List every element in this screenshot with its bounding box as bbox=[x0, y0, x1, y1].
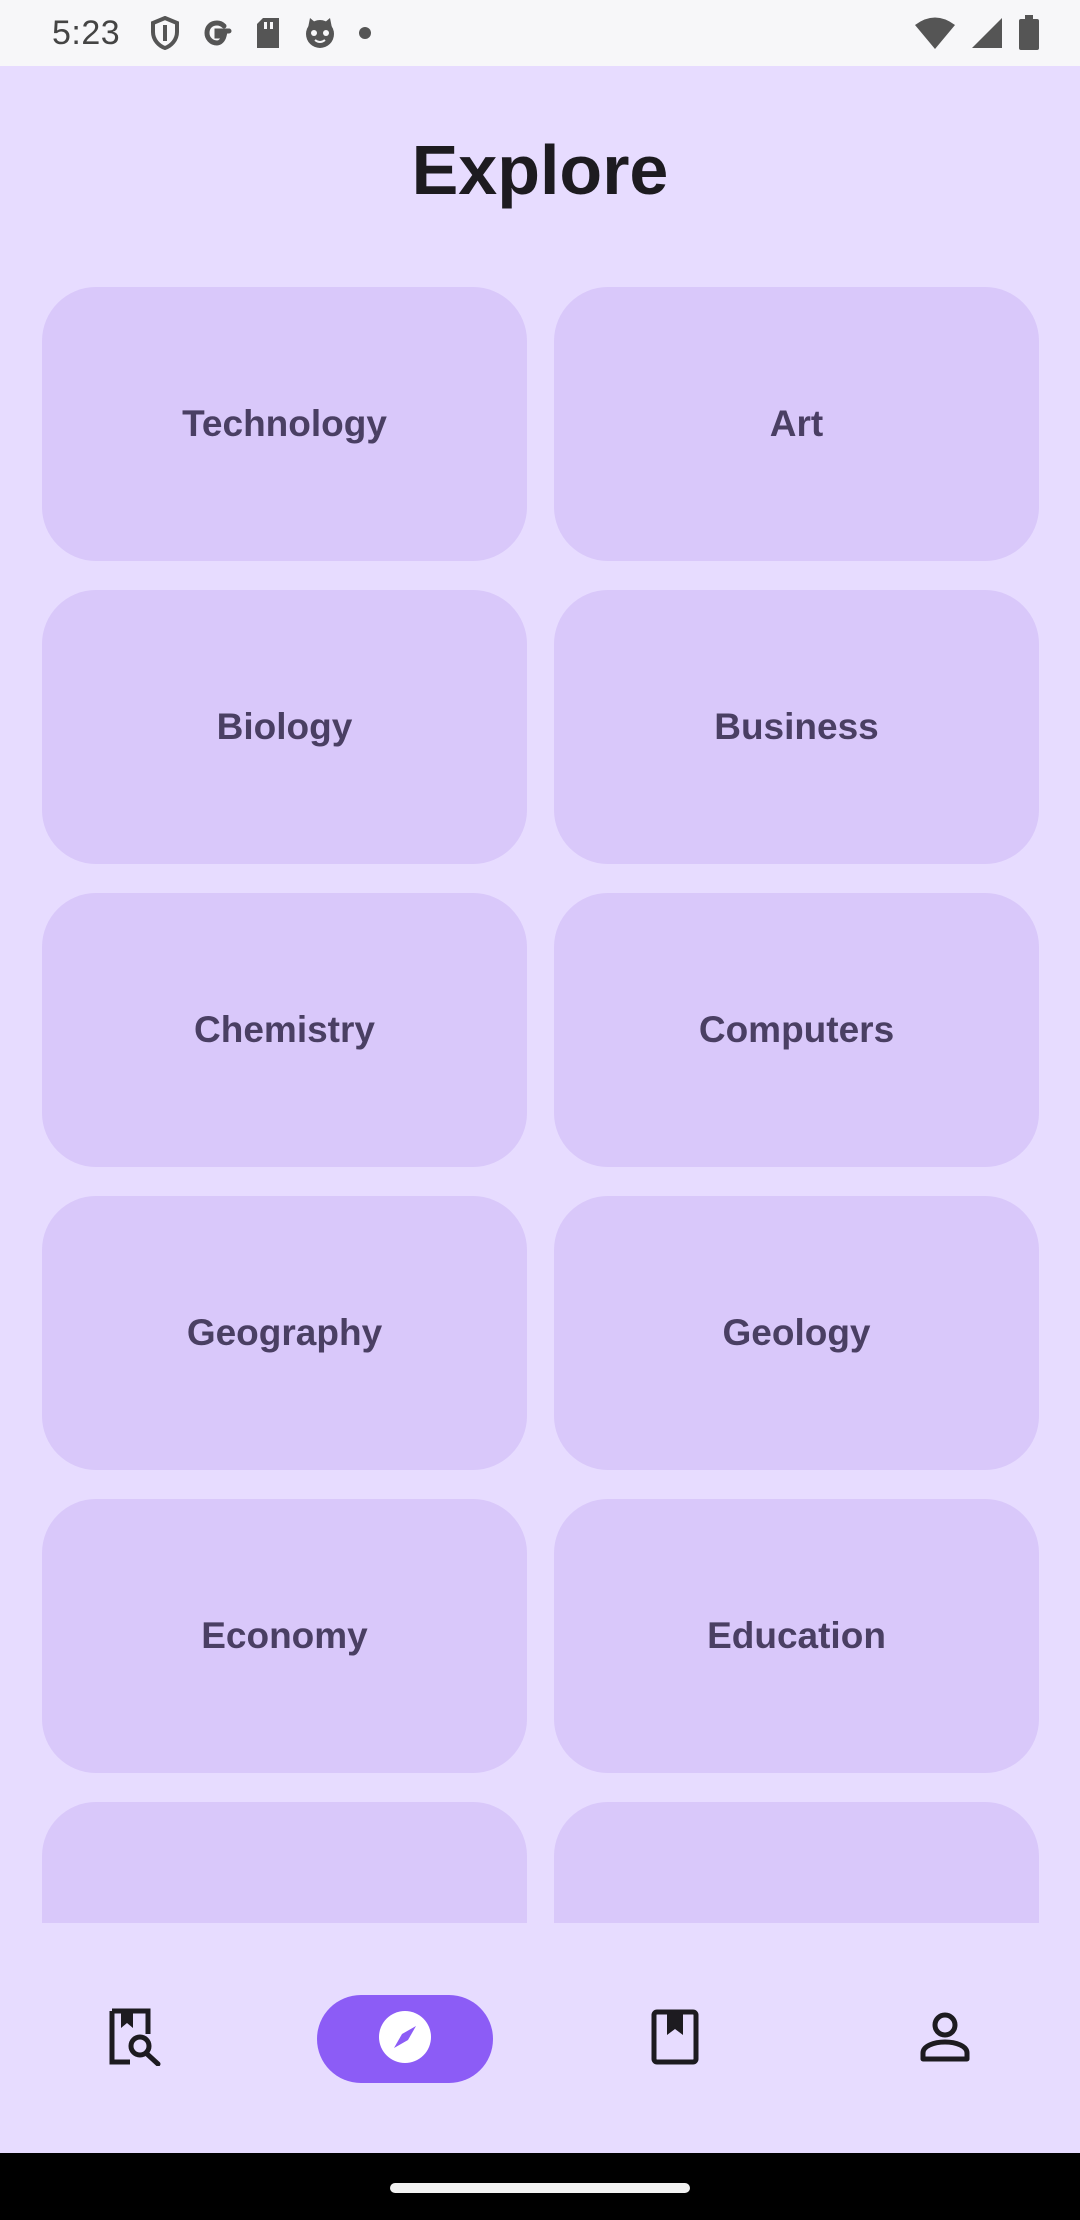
category-card-partial-left[interactable] bbox=[42, 1802, 527, 1923]
status-icons-left bbox=[150, 14, 372, 52]
bookmark-icon bbox=[651, 2009, 699, 2070]
status-time: 5:23 bbox=[52, 14, 121, 52]
category-label: Computers bbox=[698, 1009, 895, 1050]
category-card-geography[interactable]: Geography bbox=[42, 1196, 527, 1470]
category-label: Technology bbox=[182, 403, 387, 444]
category-label: Geology bbox=[722, 1312, 871, 1353]
status-bar: 5:23 bbox=[0, 0, 1080, 66]
category-scroll-area[interactable]: Technology Art Biology Business Chemistr… bbox=[0, 287, 1080, 1923]
nav-item-library[interactable] bbox=[47, 1995, 223, 2083]
person-icon bbox=[920, 2012, 970, 2067]
category-card-chemistry[interactable]: Chemistry bbox=[42, 893, 527, 1167]
category-label: Economy bbox=[201, 1615, 368, 1656]
page-title: Explore bbox=[411, 131, 669, 209]
home-indicator[interactable] bbox=[390, 2183, 690, 2193]
bottom-navigation bbox=[0, 1923, 1080, 2153]
cat-face-icon bbox=[302, 16, 338, 50]
category-card-business[interactable]: Business bbox=[554, 590, 1039, 864]
category-label: Biology bbox=[216, 706, 353, 747]
category-label: Business bbox=[714, 706, 879, 747]
category-label: Art bbox=[769, 403, 824, 444]
google-icon bbox=[200, 16, 234, 50]
category-card-art[interactable]: Art bbox=[554, 287, 1039, 561]
shield-icon bbox=[150, 16, 180, 50]
category-card-computers[interactable]: Computers bbox=[554, 893, 1039, 1167]
cellular-signal-icon bbox=[970, 16, 1004, 50]
category-card-biology[interactable]: Biology bbox=[42, 590, 527, 864]
nav-item-profile[interactable] bbox=[857, 1995, 1033, 2083]
category-card-geology[interactable]: Geology bbox=[554, 1196, 1039, 1470]
notification-dot-icon bbox=[358, 16, 372, 50]
wifi-icon bbox=[914, 16, 956, 50]
battery-icon bbox=[1018, 15, 1040, 51]
system-navigation-bar bbox=[0, 2153, 1080, 2220]
category-card-partial-right[interactable] bbox=[554, 1802, 1039, 1923]
nav-item-saved[interactable] bbox=[587, 1995, 763, 2083]
nav-item-explore[interactable] bbox=[317, 1995, 493, 2083]
status-icons-right bbox=[914, 14, 1040, 52]
category-label: Education bbox=[707, 1615, 886, 1656]
category-card-technology[interactable]: Technology bbox=[42, 287, 527, 561]
category-card-economy[interactable]: Economy bbox=[42, 1499, 527, 1773]
category-grid: Technology Art Biology Business Chemistr… bbox=[42, 287, 1039, 1923]
category-card-education[interactable]: Education bbox=[554, 1499, 1039, 1773]
sd-card-icon bbox=[254, 16, 282, 50]
compass-icon bbox=[377, 2009, 433, 2070]
category-label: Chemistry bbox=[194, 1009, 375, 1050]
library-search-icon bbox=[108, 2008, 162, 2071]
category-label: Geography bbox=[186, 1312, 383, 1353]
